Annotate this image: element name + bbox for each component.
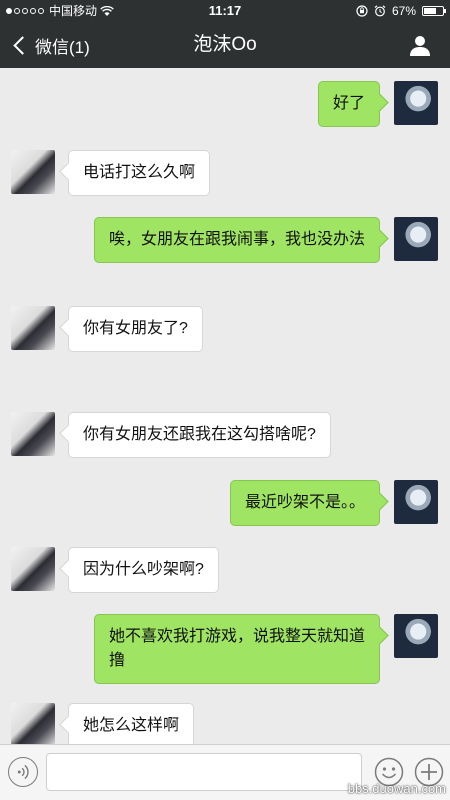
status-bar: 中国移动 11:17 67% bbox=[0, 0, 450, 22]
back-label: 微信(1) bbox=[35, 37, 90, 57]
plus-icon[interactable] bbox=[414, 757, 444, 787]
chat-area[interactable]: 好了 电话打这么久啊 唉，女朋友在跟我闹事，我也没办法 你有女朋友了? 你有女朋… bbox=[0, 68, 450, 749]
top-bar: 中国移动 11:17 67% 微信(1) 泡沫Oo bbox=[0, 0, 450, 68]
signal-dots-icon bbox=[6, 8, 44, 14]
message-bubble-sent[interactable]: 唉，女朋友在跟我闹事，我也没办法 bbox=[94, 217, 380, 263]
message-text: 唉，女朋友在跟我闹事，我也没办法 bbox=[109, 231, 366, 248]
rotation-lock-icon bbox=[356, 5, 368, 17]
input-bar: bbs.duowan.com bbox=[0, 744, 450, 800]
message-bubble-received[interactable]: 因为什么吵架啊? bbox=[68, 547, 219, 593]
emoji-icon[interactable] bbox=[374, 757, 404, 787]
back-button[interactable]: 微信(1) bbox=[12, 22, 90, 68]
person-icon[interactable] bbox=[408, 33, 432, 57]
message-text: 你有女朋友还跟我在这勾搭啥呢? bbox=[83, 426, 316, 443]
nav-bar: 微信(1) 泡沫Oo bbox=[0, 22, 450, 68]
message-bubble-received[interactable]: 电话打这么久啊 bbox=[68, 150, 211, 196]
message-input[interactable] bbox=[46, 753, 362, 791]
voice-icon[interactable] bbox=[8, 757, 38, 787]
message-text: 好了 bbox=[332, 95, 365, 112]
message-text: 她怎么这样啊 bbox=[83, 717, 180, 734]
avatar-self[interactable] bbox=[394, 81, 438, 125]
battery-icon bbox=[422, 6, 446, 16]
avatar-contact[interactable] bbox=[11, 306, 55, 350]
message-text: 最近吵架不是。。 bbox=[244, 494, 365, 511]
message-bubble-received[interactable]: 你有女朋友还跟我在这勾搭啥呢? bbox=[68, 412, 331, 458]
message-text: 她不喜欢我打游戏，说我整天就知道撸 bbox=[109, 628, 366, 669]
message-bubble-sent[interactable]: 最近吵架不是。。 bbox=[229, 480, 380, 526]
message-bubble-sent[interactable]: 她不喜欢我打游戏，说我整天就知道撸 bbox=[94, 614, 380, 684]
message-bubble-received[interactable]: 她怎么这样啊 bbox=[68, 703, 195, 749]
avatar-contact[interactable] bbox=[11, 703, 55, 747]
message-bubble-sent[interactable]: 好了 bbox=[317, 81, 380, 127]
carrier-name: 中国移动 bbox=[49, 4, 98, 18]
avatar-self[interactable] bbox=[394, 614, 438, 658]
avatar-self[interactable] bbox=[394, 217, 438, 261]
battery-percent: 67% bbox=[391, 4, 416, 18]
avatar-contact[interactable] bbox=[11, 150, 55, 194]
message-text: 你有女朋友了? bbox=[83, 320, 188, 337]
message-text: 电话打这么久啊 bbox=[83, 164, 196, 181]
chevron-left-icon bbox=[13, 35, 32, 55]
wifi-icon bbox=[100, 5, 114, 16]
status-left: 中国移动 bbox=[6, 0, 114, 22]
battery-fill bbox=[424, 8, 437, 14]
avatar-contact[interactable] bbox=[11, 412, 55, 456]
avatar-self[interactable] bbox=[394, 480, 438, 524]
avatar-contact[interactable] bbox=[11, 547, 55, 591]
alarm-icon bbox=[374, 5, 386, 17]
message-bubble-received[interactable]: 你有女朋友了? bbox=[68, 306, 203, 352]
status-right: 67% bbox=[356, 0, 446, 22]
message-text: 因为什么吵架啊? bbox=[83, 561, 204, 578]
